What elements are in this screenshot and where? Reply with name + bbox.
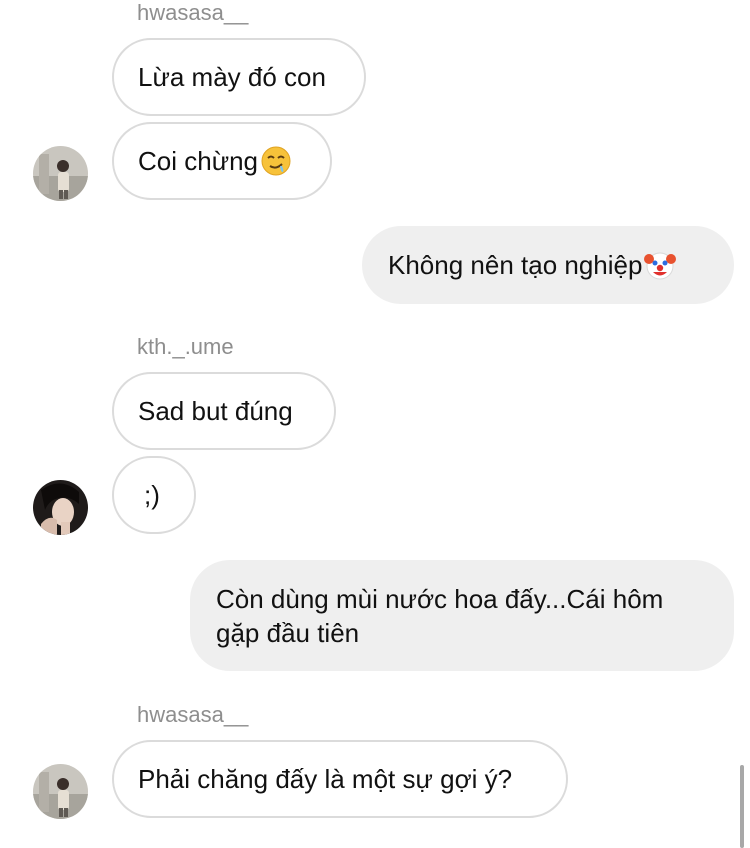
drooling-face-icon <box>261 146 291 176</box>
message-text: Coi chừng <box>138 146 259 176</box>
message-bubble-outgoing[interactable]: Không nên tạo nghiệp <box>362 226 734 304</box>
avatar[interactable] <box>33 146 88 201</box>
message-bubble-incoming[interactable]: Coi chừng <box>112 122 332 200</box>
message-bubble-incoming[interactable]: Lừa mày đó con <box>112 38 366 116</box>
clown-face-icon <box>644 252 677 280</box>
message-bubble-incoming[interactable]: Sad but đúng <box>112 372 336 450</box>
sender-username: hwasasa__ <box>137 702 249 727</box>
message-text: Phải chăng đấy là một sự gợi ý? <box>138 764 513 794</box>
message-text-line: Còn dùng mùi nước hoa đấy...Cái hôm <box>216 583 664 614</box>
scrollbar[interactable] <box>740 765 744 848</box>
message-bubble-incoming[interactable]: Phải chăng đấy là một sự gợi ý? <box>112 740 568 818</box>
avatar[interactable] <box>33 764 88 819</box>
message-text: ;) <box>144 480 160 510</box>
message-bubble-outgoing[interactable]: Còn dùng mùi nước hoa đấy...Cái hôm gặp … <box>190 560 734 671</box>
message-text-line: gặp đầu tiên <box>216 617 360 648</box>
message-text: Sad but đúng <box>138 396 293 426</box>
message-text: Không nên tạo nghiệp <box>388 250 643 280</box>
sender-username: kth._.ume <box>137 334 234 359</box>
sender-username: hwasasa__ <box>137 0 249 25</box>
message-bubble-incoming[interactable]: ;) <box>112 456 196 534</box>
message-text: Lừa mày đó con <box>138 62 326 92</box>
avatar[interactable] <box>33 480 88 535</box>
